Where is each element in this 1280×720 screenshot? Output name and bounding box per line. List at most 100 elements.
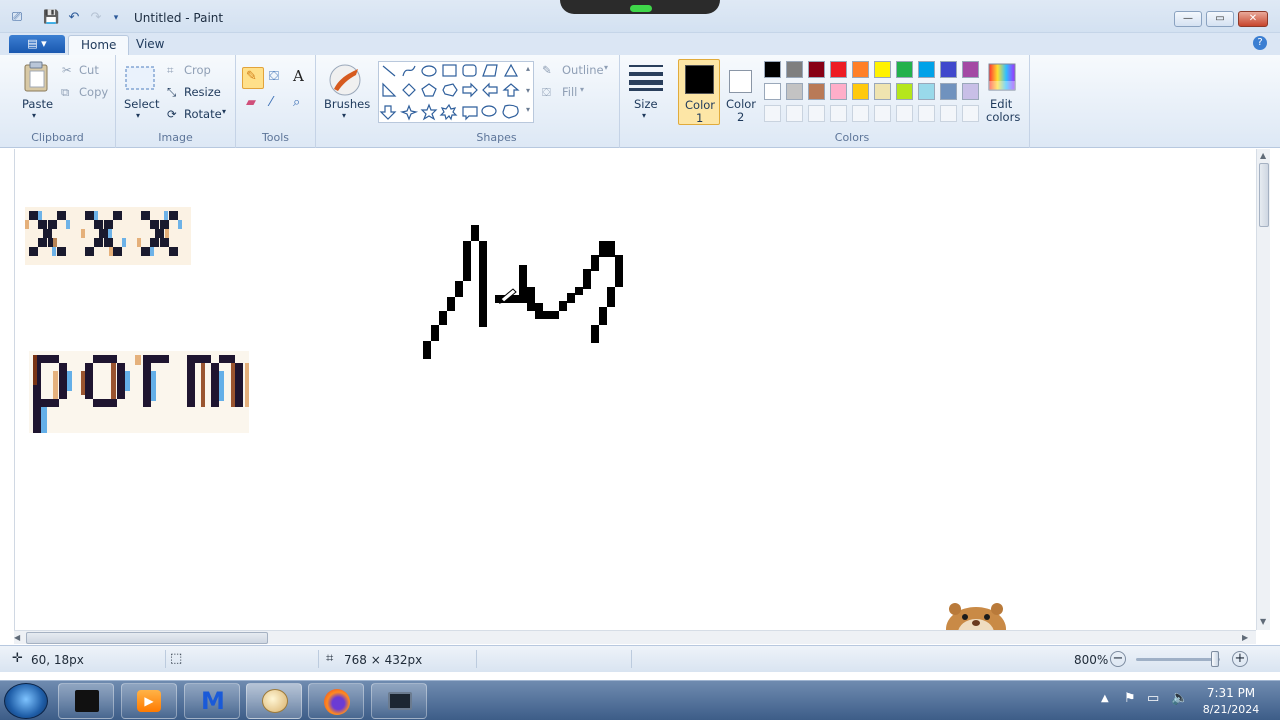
rotate-dropdown-icon[interactable]: ▾ xyxy=(222,107,226,116)
taskbar-app-paint[interactable] xyxy=(246,683,302,719)
cut-button[interactable]: Cut xyxy=(79,63,99,77)
palette-swatch[interactable] xyxy=(962,61,979,78)
undo-icon[interactable]: ↶ xyxy=(66,10,82,26)
start-button[interactable] xyxy=(4,683,48,719)
zoom-slider-thumb[interactable] xyxy=(1211,651,1220,667)
palette-swatch[interactable] xyxy=(808,61,825,78)
tray-expand-icon[interactable]: ▲ xyxy=(1101,693,1109,704)
color2-button[interactable]: Color 2 xyxy=(723,59,759,125)
tray-network-icon[interactable]: ▭ xyxy=(1147,691,1159,706)
scroll-up-icon[interactable]: ▲ xyxy=(1260,151,1266,160)
tab-view[interactable]: View xyxy=(124,35,176,55)
rotate-button[interactable]: Rotate xyxy=(184,107,222,121)
select-button[interactable]: Select xyxy=(124,97,159,111)
select-dropdown-icon[interactable]: ▾ xyxy=(136,111,140,120)
paint-app-icon[interactable]: ⎚ xyxy=(9,10,25,26)
custom-color-slot[interactable] xyxy=(962,105,979,122)
shapes-gallery[interactable] xyxy=(378,61,534,123)
custom-color-slot[interactable] xyxy=(896,105,913,122)
palette-swatch[interactable] xyxy=(808,83,825,100)
edit-colors-label[interactable]: Edit xyxy=(990,97,1012,111)
custom-color-slot[interactable] xyxy=(852,105,869,122)
outline-button[interactable]: Outline xyxy=(562,63,604,77)
size-icon[interactable] xyxy=(629,65,663,91)
file-menu-button[interactable]: ▤ ▾ xyxy=(9,35,65,53)
magnifier-icon[interactable]: ⌕ xyxy=(293,95,300,110)
tab-home[interactable]: Home xyxy=(68,35,130,55)
shapes-scroll-up-icon[interactable]: ▴ xyxy=(526,64,530,73)
drawing-canvas[interactable] xyxy=(14,149,1256,631)
maximize-button[interactable]: ▭ xyxy=(1206,11,1234,27)
zoom-in-icon[interactable]: + xyxy=(1232,651,1248,667)
custom-color-slot[interactable] xyxy=(940,105,957,122)
paste-dropdown-icon[interactable]: ▾ xyxy=(32,111,36,120)
resize-button[interactable]: Resize xyxy=(184,85,221,99)
palette-swatch[interactable] xyxy=(786,61,803,78)
help-icon[interactable]: ? xyxy=(1253,36,1267,50)
palette-swatch[interactable] xyxy=(830,61,847,78)
vertical-scroll-thumb[interactable] xyxy=(1259,163,1269,227)
save-icon[interactable]: 💾 xyxy=(43,10,59,26)
redo-icon[interactable]: ↷ xyxy=(88,10,104,26)
palette-swatch[interactable] xyxy=(918,83,935,100)
eraser-icon[interactable]: ▰ xyxy=(246,95,256,110)
palette-swatch[interactable] xyxy=(786,83,803,100)
close-button[interactable]: ✕ xyxy=(1238,11,1268,27)
zoom-out-icon[interactable]: − xyxy=(1110,651,1126,667)
taskbar-date[interactable]: 8/21/2024 xyxy=(1196,703,1266,716)
fill-bucket-icon[interactable]: ⛋ xyxy=(269,69,279,84)
horizontal-scroll-thumb[interactable] xyxy=(26,632,268,644)
palette-swatch[interactable] xyxy=(764,61,781,78)
chevron-down-icon[interactable]: ▾ xyxy=(108,10,124,26)
paste-icon[interactable] xyxy=(22,61,50,93)
brushes-dropdown-icon[interactable]: ▾ xyxy=(342,111,346,120)
horizontal-scrollbar[interactable]: ◀ ▶ xyxy=(14,630,1256,644)
pencil-icon[interactable]: ✎ xyxy=(246,69,257,84)
taskbar-app-malwarebytes[interactable]: M xyxy=(184,683,240,719)
select-icon[interactable] xyxy=(124,65,156,91)
custom-color-slot[interactable] xyxy=(918,105,935,122)
paste-button[interactable]: Paste xyxy=(22,97,53,111)
taskbar-app-firefox[interactable] xyxy=(308,683,364,719)
scroll-down-icon[interactable]: ▼ xyxy=(1260,617,1266,626)
size-dropdown-icon[interactable]: ▾ xyxy=(642,111,646,120)
shapes-expand-icon[interactable]: ▾ xyxy=(526,105,530,114)
palette-swatch[interactable] xyxy=(830,83,847,100)
tray-flag-icon[interactable]: ⚑ xyxy=(1124,691,1136,706)
palette-swatch[interactable] xyxy=(918,61,935,78)
custom-color-slot[interactable] xyxy=(830,105,847,122)
palette-swatch[interactable] xyxy=(896,61,913,78)
custom-color-slot[interactable] xyxy=(808,105,825,122)
palette-swatch[interactable] xyxy=(962,83,979,100)
taskbar-app-window[interactable] xyxy=(371,683,427,719)
size-button[interactable]: Size xyxy=(634,97,658,111)
taskbar-app-terminal[interactable] xyxy=(58,683,114,719)
crop-button[interactable]: Crop xyxy=(184,63,211,77)
color1-button[interactable]: Color 1 xyxy=(678,59,720,125)
shapes-scroll-down-icon[interactable]: ▾ xyxy=(526,86,530,95)
edit-colors-icon[interactable] xyxy=(988,63,1016,91)
minimize-button[interactable]: — xyxy=(1174,11,1202,27)
brushes-button[interactable]: Brushes xyxy=(324,97,370,111)
text-tool-icon[interactable]: A xyxy=(293,67,304,85)
custom-color-slot[interactable] xyxy=(764,105,781,122)
vertical-scrollbar[interactable]: ▲ ▼ xyxy=(1256,149,1270,630)
tray-volume-icon[interactable]: 🔈 xyxy=(1171,690,1188,706)
custom-color-slot[interactable] xyxy=(874,105,891,122)
taskbar-time[interactable]: 7:31 PM xyxy=(1196,686,1266,700)
color-picker-icon[interactable]: ⁄ xyxy=(270,95,272,110)
palette-swatch[interactable] xyxy=(852,83,869,100)
brushes-icon[interactable] xyxy=(328,63,362,97)
scroll-right-icon[interactable]: ▶ xyxy=(1242,633,1248,642)
copy-button[interactable]: Copy xyxy=(79,85,108,99)
fill-button[interactable]: Fill xyxy=(562,85,577,99)
palette-swatch[interactable] xyxy=(852,61,869,78)
palette-swatch[interactable] xyxy=(896,83,913,100)
palette-swatch[interactable] xyxy=(874,83,891,100)
palette-swatch[interactable] xyxy=(940,83,957,100)
custom-color-slot[interactable] xyxy=(786,105,803,122)
edit-colors-label2[interactable]: colors xyxy=(986,110,1020,124)
palette-swatch[interactable] xyxy=(874,61,891,78)
palette-swatch[interactable] xyxy=(764,83,781,100)
zoom-slider-track[interactable] xyxy=(1136,651,1220,667)
